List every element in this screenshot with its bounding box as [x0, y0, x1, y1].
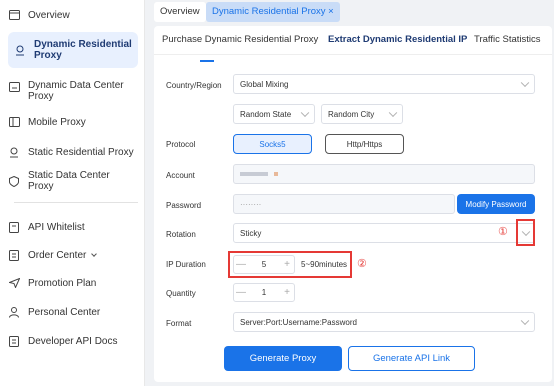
tab-dynamic-residential-proxy[interactable]: Dynamic Residential Proxy × — [206, 2, 340, 22]
increment-button[interactable]: + — [280, 287, 294, 298]
tab-overview[interactable]: Overview — [154, 2, 206, 22]
rotation-value: Sticky — [240, 228, 262, 238]
sidebar-item-label: Personal Center — [28, 306, 101, 318]
protocol-http-button[interactable]: Http/Https — [325, 134, 404, 154]
format-label: Format — [166, 319, 192, 328]
subtab-divider — [154, 54, 552, 55]
sidebar-item-label: Dynamic Residential Proxy — [34, 39, 132, 61]
ip-duration-hint: 5~90minutes — [301, 260, 348, 269]
sidebar-item-api-whitelist[interactable]: API Whitelist — [8, 218, 138, 236]
sidebar-item-label: Static Residential Proxy — [28, 146, 134, 158]
chevron-down-icon — [91, 251, 97, 257]
main-panel: Purchase Dynamic Residential Proxy Extra… — [154, 26, 552, 382]
sidebar-item-dynamic-data-center[interactable]: Dynamic Data Center Proxy — [8, 78, 138, 104]
sidebar-item-developer-api-docs[interactable]: Developer API Docs — [8, 332, 138, 350]
sidebar: Overview Dynamic Residential Proxy Dynam… — [0, 0, 145, 386]
sidebar-item-overview[interactable]: Overview — [8, 6, 138, 24]
state-select[interactable]: Random State — [233, 104, 315, 124]
location-pin-icon — [14, 44, 26, 56]
annotation-marker-2: ② — [357, 258, 367, 270]
sidebar-item-label: Overview — [28, 9, 70, 21]
sidebar-divider — [14, 202, 138, 203]
sidebar-item-label: API Whitelist — [28, 221, 85, 233]
password-value: ········ — [240, 199, 262, 209]
sidebar-item-static-residential[interactable]: Static Residential Proxy — [8, 143, 138, 161]
ip-duration-stepper[interactable]: — 5 + — [233, 255, 295, 274]
sidebar-item-label: Promotion Plan — [28, 277, 97, 289]
quantity-stepper[interactable]: — 1 + — [233, 283, 295, 302]
city-select[interactable]: Random City — [321, 104, 403, 124]
subtab-purchase[interactable]: Purchase Dynamic Residential Proxy — [162, 26, 318, 54]
city-select-value: Random City — [328, 109, 375, 119]
account-field[interactable] — [233, 164, 535, 184]
chevron-down-icon[interactable] — [521, 227, 531, 236]
location-pin-icon — [8, 146, 20, 158]
country-select[interactable]: Global Mixing — [233, 74, 535, 94]
send-icon — [8, 277, 20, 289]
subtab-indicator — [200, 60, 214, 62]
annotation-box-rotation-dropdown — [516, 219, 535, 246]
protocol-socks5-button[interactable]: Socks5 — [233, 134, 312, 154]
window-icon — [8, 9, 20, 21]
sidebar-item-mobile[interactable]: Mobile Proxy — [8, 113, 138, 131]
country-select-value: Global Mixing — [240, 79, 289, 89]
decrement-button[interactable]: — — [234, 287, 248, 298]
country-label: Country/Region — [166, 81, 222, 90]
generate-api-link-button[interactable]: Generate API Link — [348, 346, 475, 371]
user-icon — [8, 306, 20, 318]
subtab-traffic-statistics[interactable]: Traffic Statistics — [474, 26, 541, 54]
sidebar-item-dynamic-residential[interactable]: Dynamic Residential Proxy — [8, 32, 138, 68]
document-icon — [8, 221, 20, 233]
sidebar-item-order-center[interactable]: Order Center — [8, 246, 138, 264]
modify-password-button[interactable]: Modify Password — [457, 194, 535, 214]
shield-icon — [8, 175, 20, 187]
account-mask — [274, 172, 278, 176]
chevron-down-icon — [520, 316, 530, 326]
ip-duration-label: IP Duration — [166, 260, 206, 269]
sidebar-item-static-data-center[interactable]: Static Data Center Proxy — [8, 170, 138, 192]
ip-duration-value[interactable]: 5 — [248, 260, 280, 269]
server-icon — [8, 81, 20, 93]
quantity-value[interactable]: 1 — [248, 288, 280, 297]
format-value: Server:Port:Username:Password — [240, 317, 357, 327]
decrement-button[interactable]: — — [234, 259, 248, 270]
protocol-label: Protocol — [166, 140, 196, 149]
annotation-marker-1: ① — [498, 226, 508, 238]
rotation-select[interactable]: Sticky — [233, 223, 535, 243]
sidebar-item-label: Static Data Center Proxy — [28, 170, 110, 192]
chevron-down-icon — [388, 108, 398, 118]
page-tabs: Overview Dynamic Residential Proxy × — [146, 0, 554, 24]
password-label: Password — [166, 201, 202, 210]
clipboard-icon — [8, 249, 20, 261]
generate-proxy-button[interactable]: Generate Proxy — [224, 346, 342, 371]
sidebar-item-label: Mobile Proxy — [28, 116, 86, 128]
password-field[interactable]: ········ — [233, 194, 455, 214]
mobile-icon — [8, 116, 20, 128]
chevron-down-icon — [300, 108, 310, 118]
quantity-label: Quantity — [166, 289, 196, 298]
sidebar-item-label: Dynamic Data Center Proxy — [28, 80, 124, 102]
account-label: Account — [166, 171, 195, 180]
account-mask — [240, 172, 268, 176]
sidebar-item-label: Order Center — [28, 249, 87, 261]
subtab-extract[interactable]: Extract Dynamic Residential IP — [328, 26, 467, 54]
rotation-label: Rotation — [166, 230, 196, 239]
sidebar-item-promotion-plan[interactable]: Promotion Plan — [8, 274, 138, 292]
chevron-down-icon — [520, 78, 530, 88]
document-icon — [8, 335, 20, 347]
sidebar-item-personal-center[interactable]: Personal Center — [8, 303, 138, 321]
increment-button[interactable]: + — [280, 259, 294, 270]
sidebar-item-label: Developer API Docs — [28, 335, 118, 347]
format-select[interactable]: Server:Port:Username:Password — [233, 312, 535, 332]
state-select-value: Random State — [240, 109, 292, 119]
